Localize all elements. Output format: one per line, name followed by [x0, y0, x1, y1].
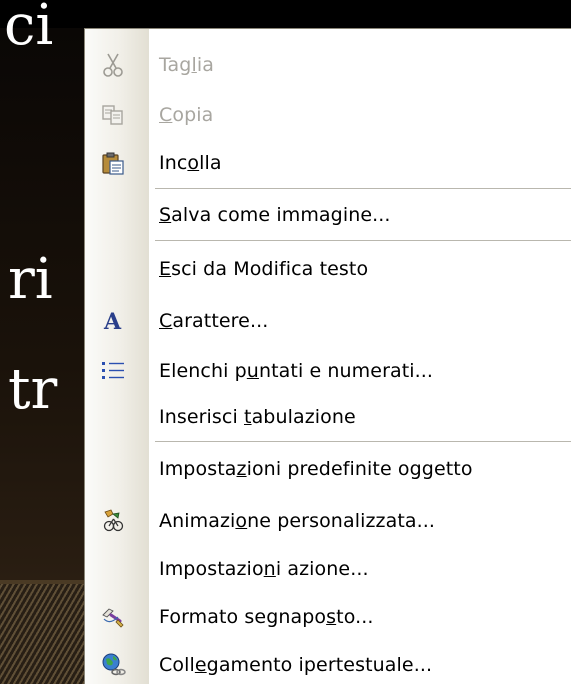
menu-separator	[155, 240, 571, 241]
menu-item-font[interactable]: A Carattere...	[85, 301, 571, 341]
slide-text-line-3: tr	[8, 357, 58, 422]
slide-pattern	[0, 584, 90, 684]
menu-item-action-settings[interactable]: Impostazioni azione...	[85, 549, 571, 589]
menu-item-label: Carattere...	[159, 310, 269, 332]
menu-item-label: Inserisci tabulazione	[159, 406, 356, 428]
slide-text-line-2: ri	[8, 247, 53, 312]
menu-item-format-placeholder[interactable]: Formato segnaposto...	[85, 597, 571, 637]
menu-item-label: Animazione personalizzata...	[159, 510, 436, 532]
slide-top-strip	[0, 0, 571, 28]
menu-item-insert-tab[interactable]: Inserisci tabulazione	[85, 397, 571, 437]
font-a-icon: A	[97, 305, 129, 337]
clipboard-paste-icon	[97, 147, 129, 179]
menu-item-cut[interactable]: Taglia	[85, 45, 571, 85]
custom-animation-icon	[97, 505, 129, 537]
menu-item-label: Elenchi puntati e numerati...	[159, 360, 434, 382]
format-brush-icon	[97, 601, 129, 633]
globe-link-icon	[97, 649, 129, 681]
menu-item-label: Salva come immagine...	[159, 204, 391, 226]
menu-item-label: Impostazioni predefinite oggetto	[159, 458, 473, 480]
context-menu: Taglia Copia Incolla Salva come immagine…	[84, 28, 571, 684]
scissors-icon	[97, 49, 129, 81]
menu-item-label: Copia	[159, 104, 214, 126]
menu-item-label: Collegamento ipertestuale...	[159, 654, 433, 676]
menu-item-label: Impostazioni azione...	[159, 558, 369, 580]
menu-item-bullets-numbering[interactable]: Elenchi puntati e numerati...	[85, 351, 571, 391]
menu-item-save-as-picture[interactable]: Salva come immagine...	[85, 195, 571, 235]
menu-separator	[155, 188, 571, 189]
menu-item-custom-animation[interactable]: Animazione personalizzata...	[85, 501, 571, 541]
svg-text:A: A	[103, 309, 122, 333]
menu-item-object-defaults[interactable]: Impostazioni predefinite oggetto	[85, 449, 571, 489]
menu-item-label: Taglia	[159, 54, 214, 76]
bullet-list-icon	[97, 355, 129, 387]
copy-icon	[97, 99, 129, 131]
menu-item-paste[interactable]: Incolla	[85, 143, 571, 183]
menu-item-copy[interactable]: Copia	[85, 95, 571, 135]
menu-separator	[155, 441, 571, 442]
menu-item-label: Formato segnaposto...	[159, 606, 374, 628]
menu-item-label: Esci da Modifica testo	[159, 258, 369, 280]
menu-item-label: Incolla	[159, 152, 222, 174]
slide-text-line-1: ci	[4, 0, 54, 58]
menu-item-hyperlink[interactable]: Collegamento ipertestuale...	[85, 645, 571, 685]
menu-item-exit-text-edit[interactable]: Esci da Modifica testo	[85, 249, 571, 289]
